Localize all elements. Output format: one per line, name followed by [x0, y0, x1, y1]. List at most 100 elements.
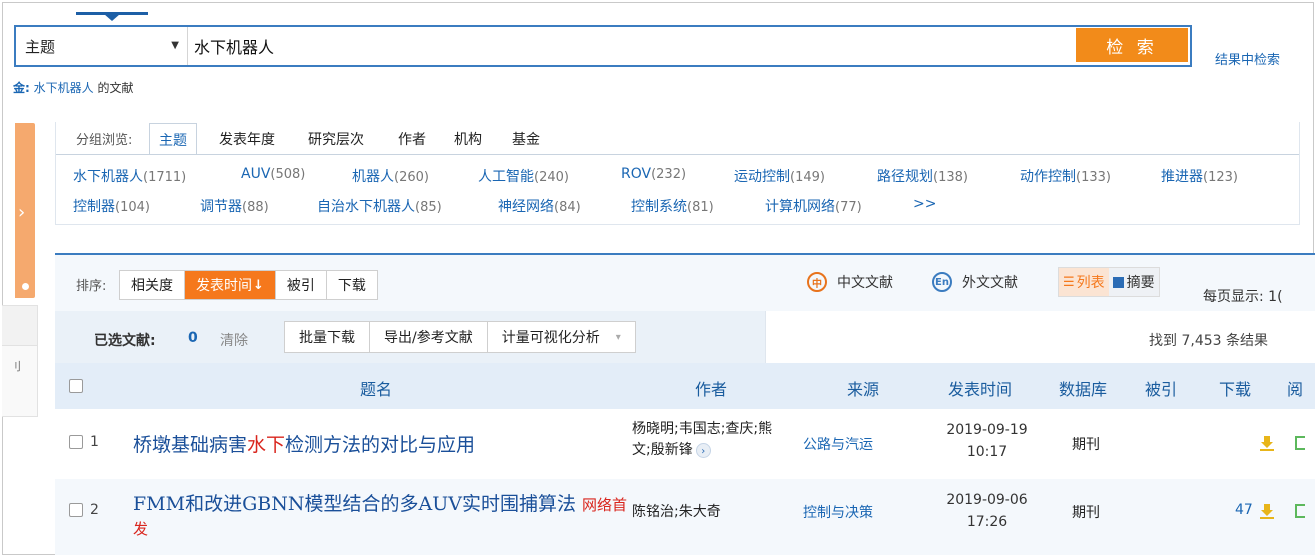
group-item[interactable]: 人工智能(240): [478, 166, 569, 186]
selected-label: 已选文献:: [94, 333, 156, 349]
list-view-button[interactable]: ☰ 列表: [1059, 268, 1109, 296]
chevron-down-icon: ▾: [615, 331, 621, 343]
group-item[interactable]: 路径规划(138): [877, 166, 968, 186]
dot-icon: [22, 283, 29, 290]
group-tab-year[interactable]: 发表年度: [219, 129, 275, 149]
group-item[interactable]: 调节器(88): [200, 196, 269, 216]
read-online-icon[interactable]: [1295, 504, 1305, 518]
chinese-literature-label: 中文文献: [837, 275, 893, 291]
action-row: 已选文献: 0 清除 批量下载 导出/参考文献 计量可视化分析 ▾ 找到 7,45…: [55, 311, 1315, 363]
group-item[interactable]: 神经网络(84): [498, 196, 581, 216]
group-tab-fund[interactable]: 基金: [512, 129, 540, 149]
expand-authors-icon[interactable]: ›: [695, 442, 711, 458]
column-source: 来源: [847, 380, 880, 399]
article-date: 2019-09-19 10:17: [946, 422, 1028, 460]
chevron-right-icon: ›: [18, 202, 26, 223]
abstract-icon: [1112, 276, 1124, 288]
summary-query[interactable]: 水下机器人: [34, 81, 94, 95]
group-item[interactable]: ROV(232): [621, 166, 686, 182]
group-tab-institution[interactable]: 机构: [454, 129, 482, 149]
left-panel-text: 刂: [10, 360, 21, 373]
sort-options: 相关度 发表时间 ↓ 被引 下载: [119, 270, 378, 300]
article-authors[interactable]: 杨晓明;韦国志;查庆;熊 文;殷新锋 ›: [632, 419, 772, 461]
group-item[interactable]: 动作控制(133): [1020, 166, 1111, 186]
view-toggle: ☰ 列表 摘要: [1058, 267, 1160, 297]
chevron-down-icon: ▼: [171, 40, 179, 51]
select-all-checkbox[interactable]: [69, 379, 83, 393]
article-authors[interactable]: 陈铭治;朱大奇: [632, 502, 721, 523]
query-summary: 金: 水下机器人 的文献: [13, 79, 134, 96]
sort-date-button[interactable]: 发表时间 ↓: [185, 271, 276, 299]
group-item[interactable]: 计算机网络(77): [765, 196, 862, 216]
article-title-link[interactable]: FMM和改进GBNN模型结合的多AUV实时围捕算法 网络首: [133, 492, 633, 518]
batch-download-button[interactable]: 批量下载: [285, 322, 370, 352]
group-item[interactable]: 推进器(123): [1161, 166, 1238, 186]
chinese-icon: 中: [807, 272, 827, 292]
column-read: 阅: [1287, 380, 1304, 399]
online-first-badge: 网络首: [582, 496, 628, 514]
sort-relevance-button[interactable]: 相关度: [120, 271, 185, 299]
column-author: 作者: [695, 380, 728, 399]
online-first-badge-cont: 发: [133, 520, 149, 538]
article-date: 2019-09-06 17:26: [946, 492, 1028, 530]
sort-cited-button[interactable]: 被引: [275, 271, 327, 299]
group-browse-label: 分组浏览:: [76, 133, 133, 148]
table-row: 2 FMM和改进GBNN模型结合的多AUV实时围捕算法 网络首 发 陈铭治;朱大…: [55, 479, 1315, 549]
action-buttons: 批量下载 导出/参考文献 计量可视化分析 ▾: [284, 321, 636, 353]
download-icon[interactable]: [1259, 435, 1275, 451]
search-field-select[interactable]: 主题 ▼: [16, 27, 188, 65]
search-input[interactable]: [194, 27, 1074, 65]
group-item[interactable]: 自治水下机器人(85): [317, 196, 442, 216]
row-index: 2: [90, 502, 99, 518]
download-icon[interactable]: [1259, 503, 1275, 519]
download-count[interactable]: 47: [1235, 502, 1253, 518]
article-source-link[interactable]: 控制与决策: [803, 502, 873, 522]
column-download[interactable]: 下载: [1219, 376, 1251, 400]
english-icon: En: [932, 272, 952, 292]
search-bar: 主题 ▼ 检 索: [14, 25, 1192, 67]
list-icon: ☰: [1063, 274, 1075, 290]
search-button[interactable]: 检 索: [1076, 28, 1188, 62]
indicator-arrow: [104, 14, 120, 21]
results-panel: 排序: 相关度 发表时间 ↓ 被引 下载 中 中文文献 En 外文文献 ☰ 列表 摘…: [55, 253, 1315, 555]
article-source-link[interactable]: 公路与汽运: [803, 434, 873, 454]
row-checkbox[interactable]: [69, 435, 83, 449]
group-tabs: 分组浏览: 主题 发表年度 研究层次 作者 机构 基金: [56, 122, 1299, 155]
sort-download-button[interactable]: 下载: [326, 271, 377, 299]
abstract-view-button[interactable]: 摘要: [1109, 268, 1159, 296]
foreign-literature-label: 外文文献: [962, 275, 1018, 291]
group-item[interactable]: 水下机器人(1711): [73, 166, 186, 186]
group-item[interactable]: 控制系统(81): [631, 196, 714, 216]
group-browse-panel: 分组浏览: 主题 发表年度 研究层次 作者 机构 基金 水下机器人(1711) …: [55, 122, 1300, 225]
row-checkbox[interactable]: [69, 503, 83, 517]
group-item[interactable]: 运动控制(149): [734, 166, 825, 186]
group-tab-subject[interactable]: 主题: [149, 123, 197, 155]
summary-suffix: 的文献: [97, 81, 134, 95]
summary-prefix: 金:: [13, 81, 30, 95]
selected-count: 0: [188, 330, 198, 346]
left-side-panel: 刂: [2, 305, 38, 417]
result-count: 找到 7,453 条结果: [1149, 333, 1268, 349]
row-index: 1: [90, 434, 99, 450]
group-item[interactable]: 控制器(104): [73, 196, 150, 216]
group-item[interactable]: AUV(508): [241, 166, 305, 182]
export-button[interactable]: 导出/参考文献: [370, 322, 488, 352]
read-online-icon[interactable]: [1295, 436, 1305, 450]
chinese-literature-button[interactable]: 中 中文文献: [807, 272, 893, 292]
article-title-link[interactable]: 桥墩基础病害水下检测方法的对比与应用: [133, 430, 475, 457]
column-title[interactable]: 题名: [360, 376, 392, 400]
foreign-literature-button[interactable]: En 外文文献: [932, 272, 1018, 292]
clear-link[interactable]: 清除: [220, 330, 248, 350]
group-more-link[interactable]: >>: [913, 196, 936, 212]
sort-label: 排序:: [76, 279, 107, 294]
search-in-results-link[interactable]: 结果中检索: [1215, 49, 1280, 68]
column-cited[interactable]: 被引: [1145, 376, 1177, 400]
group-item[interactable]: 机器人(260): [352, 166, 429, 186]
column-database: 数据库: [1059, 380, 1108, 399]
group-tab-level[interactable]: 研究层次: [308, 129, 364, 149]
visual-analysis-button[interactable]: 计量可视化分析 ▾: [488, 322, 635, 352]
sidebar-toggle[interactable]: ›: [15, 123, 35, 298]
article-database: 期刊: [1072, 505, 1100, 521]
group-tab-author[interactable]: 作者: [398, 129, 426, 149]
column-date[interactable]: 发表时间: [948, 376, 1012, 400]
